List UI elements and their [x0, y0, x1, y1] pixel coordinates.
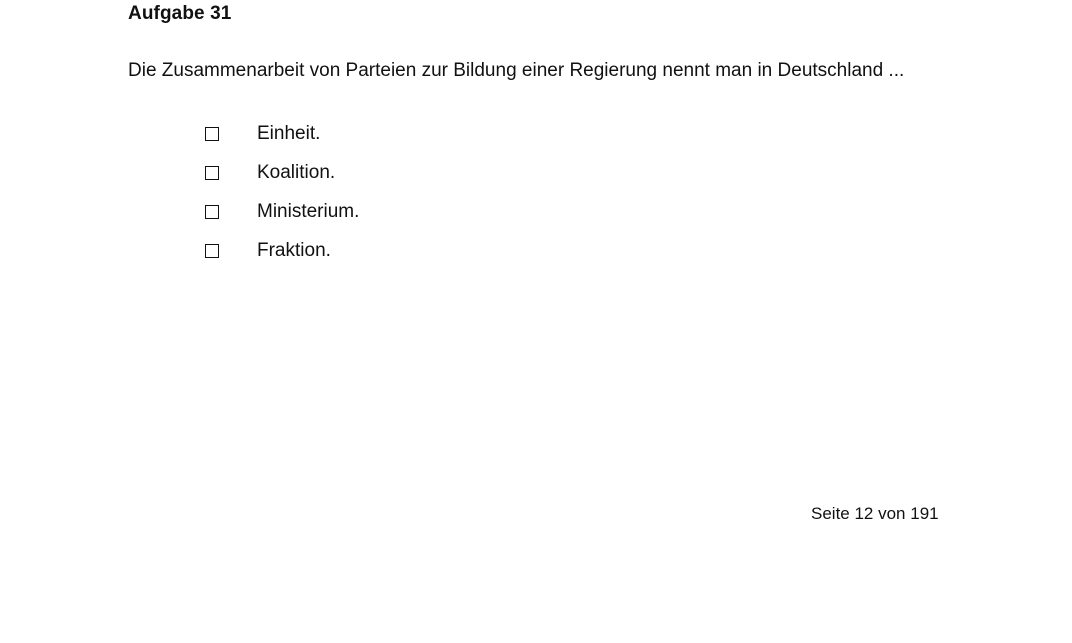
answer-option-einheit[interactable]: Einheit. — [205, 115, 359, 154]
answer-option-ministerium[interactable]: Ministerium. — [205, 193, 359, 232]
question-text: Die Zusammenarbeit von Parteien zur Bild… — [128, 60, 905, 81]
checkbox-koalition[interactable] — [205, 166, 219, 181]
answer-option-koalition[interactable]: Koalition. — [205, 154, 359, 193]
answer-label: Ministerium. — [257, 200, 360, 222]
page-number: Seite 12 von 191 — [811, 504, 939, 523]
document-page: Aufgabe 31 Die Zusammenarbeit von Partei… — [0, 0, 1072, 643]
checkbox-fraktion[interactable] — [205, 243, 219, 258]
answer-label: Einheit. — [257, 123, 321, 145]
answer-option-fraktion[interactable]: Fraktion. — [205, 231, 359, 270]
checkbox-einheit[interactable] — [205, 127, 219, 142]
answer-options: Einheit. Koalition. Ministerium. Fraktio… — [205, 115, 359, 270]
answer-label: Fraktion. — [257, 239, 331, 261]
checkbox-ministerium[interactable] — [205, 204, 219, 219]
answer-label: Koalition. — [257, 162, 336, 184]
task-title: Aufgabe 31 — [128, 3, 232, 24]
